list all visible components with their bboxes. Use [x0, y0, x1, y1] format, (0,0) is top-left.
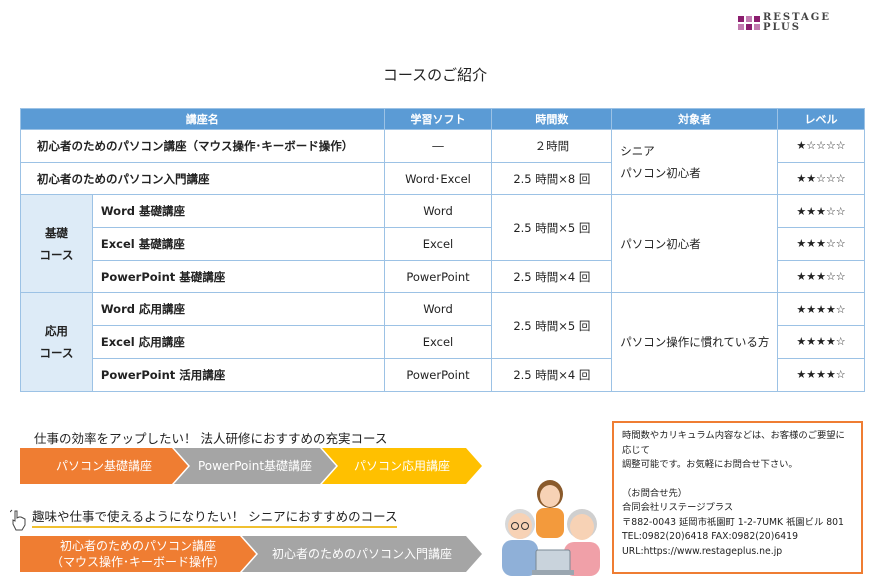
header-software: 学習ソフト: [383, 108, 493, 130]
header-hours: 時間数: [491, 108, 613, 130]
flow2-step-intro: 初心者のためのパソコン入門講座: [242, 536, 482, 572]
course-hours: 2.5 時間×5 回: [491, 292, 613, 359]
contact-address: 〒882-0043 延岡市祇園町 1-2-7UMK 祇園ビル 801: [622, 516, 844, 528]
course-table: 講座名 学習ソフト 時間数 対象者 レベル 初心者のためのパソコン講座（マウス操…: [20, 108, 865, 392]
course-target: シニア パソコン初心者: [611, 128, 779, 196]
contact-label: （お問合せ先）: [622, 487, 688, 499]
header-target: 対象者: [611, 108, 779, 130]
course-name: 初心者のためのパソコン入門講座: [20, 161, 385, 196]
target-line2: パソコン初心者: [620, 166, 701, 181]
logo-squares-icon: [738, 16, 760, 30]
level-stars: ★★★★☆: [777, 292, 865, 327]
contact-company: 合同会社リステージプラス: [622, 502, 734, 513]
restage-plus-logo: RESTAGE PLUS: [738, 10, 848, 36]
course-software: Word･Excel: [383, 161, 493, 196]
contact-url[interactable]: URL:https://www.restageplus.ne.jp: [622, 545, 853, 560]
flow1-step-advanced: パソコン応用講座: [322, 448, 482, 484]
flow2-title: 趣味や仕事で使えるようになりたい！ シニアにおすすめのコース: [32, 506, 398, 528]
header-level: レベル: [777, 108, 865, 130]
course-name: PowerPoint 活用講座: [91, 357, 385, 392]
table-header-row: 講座名 学習ソフト 時間数 対象者 レベル: [20, 108, 865, 130]
course-target: パソコン初心者: [611, 194, 779, 294]
level-stars: ★★★☆☆: [777, 259, 865, 294]
flow1-step-powerpoint: PowerPoint基礎講座: [174, 448, 336, 484]
target-line1: シニア: [620, 144, 655, 159]
course-software: PowerPoint: [383, 357, 493, 392]
level-stars: ★★★★☆: [777, 357, 865, 392]
table-row: 初心者のためのパソコン講座（マウス操作･キーボード操作） ― ２時間 シニア パ…: [20, 128, 865, 196]
course-software: Excel: [383, 227, 493, 261]
course-software: PowerPoint: [383, 259, 493, 294]
pointing-hand-icon: [10, 509, 26, 531]
course-hours: 2.5 時間×4 回: [491, 259, 613, 294]
course-name: PowerPoint 基礎講座: [91, 259, 385, 294]
page-title: コースのご紹介: [382, 66, 488, 84]
level-stars: ★★☆☆☆: [777, 161, 865, 196]
contact-note-line1: 時間数やカリキュラム内容などは、お客様のご要望に応じて: [622, 430, 845, 456]
course-software: ―: [383, 129, 493, 163]
seniors-illustration: [502, 480, 600, 576]
flow1-step-basic: パソコン基礎講座: [20, 448, 188, 484]
basic-course-group: 基礎 コース: [20, 194, 93, 294]
course-hours: ２時間: [491, 129, 613, 163]
course-name: Word 基礎講座: [91, 194, 385, 229]
flow2-step-mouse-keyboard: 初心者のためのパソコン講座 （マウス操作･キーボード操作）: [20, 536, 256, 572]
contact-tel-fax: TEL:0982(20)6418 FAX:0982(20)6419: [622, 531, 798, 542]
flow1-title: 仕事の効率をアップしたい！ 法人研修におすすめの充実コース: [34, 431, 388, 446]
course-name: 初心者のためのパソコン講座（マウス操作･キーボード操作）: [20, 129, 385, 163]
contact-note-line2: 調整可能です。お気軽にお問合せ下さい。: [622, 459, 798, 470]
level-stars: ★★★☆☆: [777, 227, 865, 261]
course-name: Word 応用講座: [91, 292, 385, 327]
level-stars: ★★★★☆: [777, 325, 865, 359]
table-row: 応用 コース Word 応用講座 Word 2.5 時間×5 回 パソコン操作に…: [20, 292, 865, 392]
course-software: Excel: [383, 325, 493, 359]
contact-box: 時間数やカリキュラム内容などは、お客様のご要望に応じて 調整可能です。お気軽にお…: [612, 421, 863, 574]
course-name: Excel 基礎講座: [91, 227, 385, 261]
course-name: Excel 応用講座: [91, 325, 385, 359]
course-hours: 2.5 時間×4 回: [491, 357, 613, 392]
level-stars: ★★★☆☆: [777, 194, 865, 229]
logo-line2: PLUS: [763, 22, 801, 33]
level-stars: ★☆☆☆☆: [777, 129, 865, 163]
table-row: 基礎 コース Word 基礎講座 Word 2.5 時間×5 回 パソコン初心者…: [20, 194, 865, 294]
advanced-course-group: 応用 コース: [20, 292, 93, 392]
course-target: パソコン操作に慣れている方: [611, 292, 779, 392]
course-software: Word: [383, 292, 493, 327]
course-software: Word: [383, 194, 493, 229]
course-hours: 2.5 時間×5 回: [491, 194, 613, 261]
header-course-name: 講座名: [20, 108, 385, 130]
course-hours: 2.5 時間×8 回: [491, 161, 613, 196]
